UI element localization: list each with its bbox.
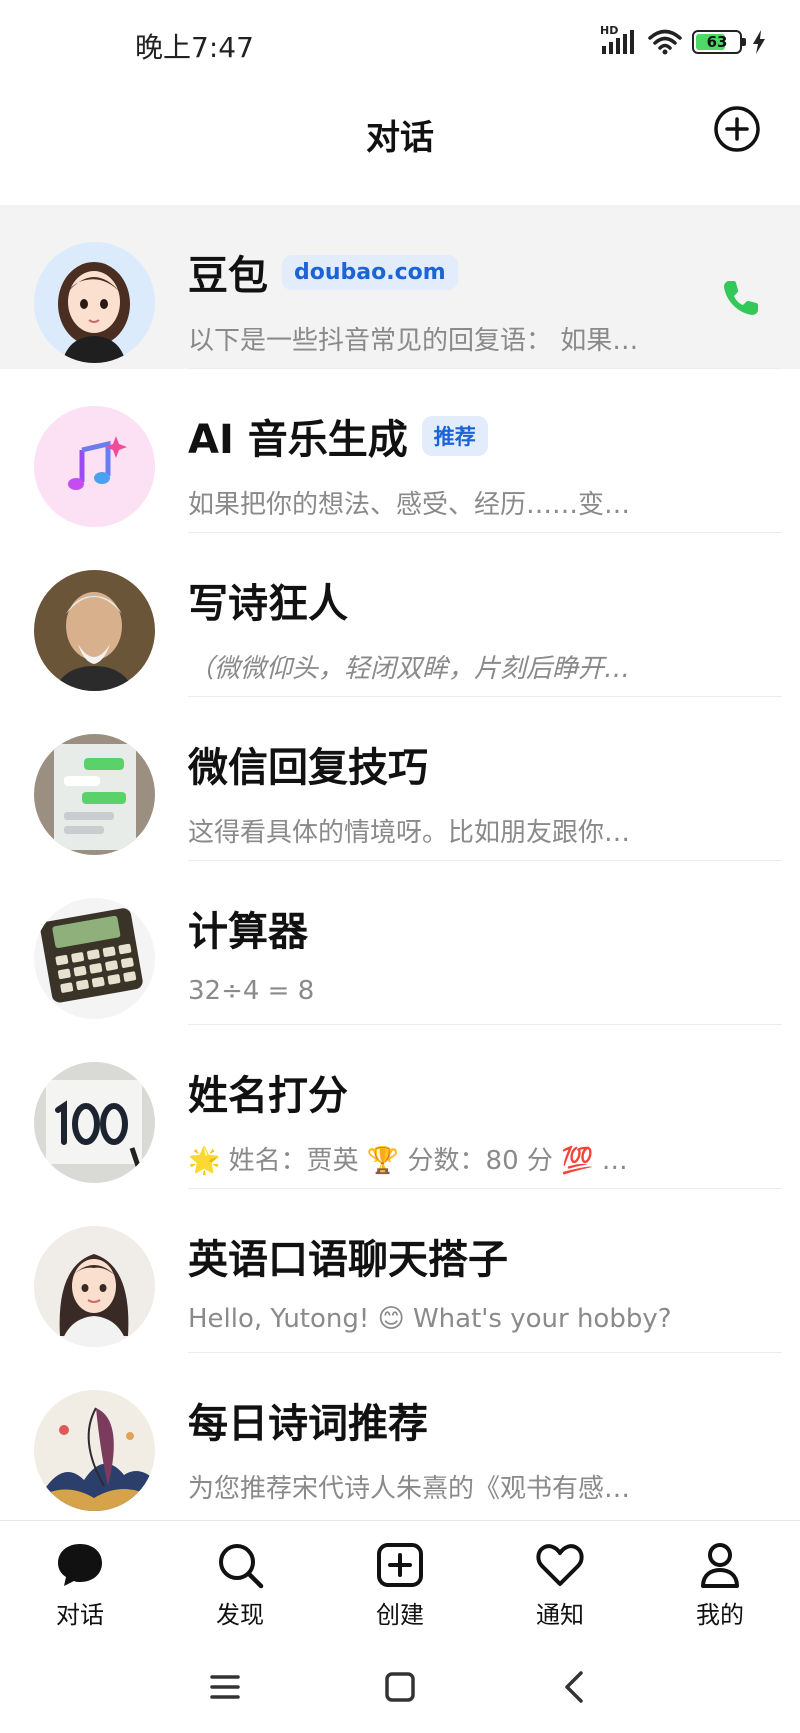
back-icon[interactable] — [550, 1662, 600, 1712]
chat-name: AI 音乐生成 — [188, 417, 408, 463]
phone-call-icon[interactable] — [720, 277, 762, 319]
chat-row-daily-poem[interactable]: 每日诗词推荐 为您推荐宋代诗人朱熹的《观书有感… — [0, 1353, 800, 1517]
chat-name: 豆包 — [188, 253, 268, 299]
battery-level: 63 — [706, 33, 728, 51]
status-bar: 晚上7:47 HD 63 — [0, 0, 800, 92]
wifi-icon — [648, 29, 682, 55]
row-title: 英语口语聊天搭子 — [188, 1227, 508, 1285]
add-chat-button[interactable] — [712, 104, 762, 154]
nav-tab-profile[interactable]: 我的 — [660, 1539, 780, 1630]
status-time: 晚上7:47 — [135, 31, 254, 64]
nav-label: 我的 — [696, 1601, 744, 1629]
recommend-badge: 推荐 — [421, 416, 488, 456]
charging-bolt-icon — [753, 30, 765, 54]
home-icon[interactable] — [375, 1662, 425, 1712]
menu-icon[interactable] — [200, 1662, 250, 1712]
nav-tab-create[interactable]: 创建 — [340, 1539, 460, 1630]
nav-label: 通知 — [536, 1601, 584, 1629]
chat-preview: 这得看具体的情境呀。比如朋友跟你… — [188, 818, 631, 848]
chat-preview: 🌟 姓名：贾英 🏆 分数：80 分 💯 … — [188, 1146, 628, 1176]
chat-preview: 如果把你的想法、感受、经历……变… — [188, 490, 631, 520]
chat-row-calculator[interactable]: 计算器 32÷4 = 8 — [0, 861, 800, 1025]
chat-name: 姓名打分 — [188, 1073, 348, 1119]
avatar-ai-music — [34, 406, 155, 527]
avatar-english-partner — [34, 1226, 155, 1347]
chat-preview: 以下是一些抖音常见的回复语： 如果… — [188, 326, 639, 356]
chat-list: 豆包 doubao.com 以下是一些抖音常见的回复语： 如果… AI 音乐生成… — [0, 205, 800, 1520]
chat-name: 计算器 — [188, 909, 308, 955]
avatar-daily-poem — [34, 1390, 155, 1511]
nav-tab-discover[interactable]: 发现 — [180, 1539, 300, 1630]
chat-preview: 为您推荐宋代诗人朱熹的《观书有感… — [188, 1474, 631, 1504]
row-title: 微信回复技巧 — [188, 735, 428, 793]
row-title: 每日诗词推荐 — [188, 1391, 428, 1449]
battery-icon: 63 — [692, 30, 746, 54]
search-icon — [219, 1544, 264, 1589]
chat-name: 英语口语聊天搭子 — [188, 1237, 508, 1283]
status-icons: HD 63 — [600, 24, 766, 56]
chat-preview: （微微仰头，轻闭双眸，片刻后睁开… — [188, 654, 631, 684]
row-title: 写诗狂人 — [188, 571, 348, 629]
avatar-poet — [34, 570, 155, 691]
chat-row-name-score[interactable]: 姓名打分 🌟 姓名：贾英 🏆 分数：80 分 💯 … — [0, 1025, 800, 1189]
chat-row-english-partner[interactable]: 英语口语聊天搭子 Hello, Yutong! 😊 What's your ho… — [0, 1189, 800, 1353]
bottom-nav: 对话 发现 创建 通知 我的 — [0, 1520, 800, 1640]
chat-name: 写诗狂人 — [188, 581, 348, 627]
person-icon — [701, 1543, 739, 1588]
system-nav-bar — [0, 1640, 800, 1733]
chat-row-ai-music[interactable]: AI 音乐生成 推荐 如果把你的想法、感受、经历……变… — [0, 369, 800, 533]
avatar-calculator — [34, 898, 155, 1019]
create-plus-icon — [377, 1543, 423, 1587]
nav-tab-notifications[interactable]: 通知 — [500, 1539, 620, 1630]
row-title: 豆包 doubao.com — [188, 243, 458, 301]
site-badge: doubao.com — [282, 254, 458, 290]
chat-row-wechat-tips[interactable]: 微信回复技巧 这得看具体的情境呀。比如朋友跟你… — [0, 697, 800, 861]
avatar-doubao — [34, 242, 155, 363]
chat-preview: 32÷4 = 8 — [188, 976, 315, 1006]
row-title: 计算器 — [188, 899, 308, 957]
row-title: 姓名打分 — [188, 1063, 348, 1121]
chat-preview: Hello, Yutong! 😊 What's your hobby? — [188, 1304, 672, 1334]
avatar-wechat-tips — [34, 734, 155, 855]
header: 对话 — [0, 92, 800, 204]
nav-label: 创建 — [376, 1601, 424, 1629]
chat-row-doubao[interactable]: 豆包 doubao.com 以下是一些抖音常见的回复语： 如果… — [0, 205, 800, 369]
row-title: AI 音乐生成 推荐 — [188, 407, 488, 465]
chat-name: 每日诗词推荐 — [188, 1401, 428, 1447]
nav-label: 对话 — [56, 1601, 104, 1629]
page-title: 对话 — [366, 118, 434, 158]
nav-tab-chat[interactable]: 对话 — [20, 1539, 140, 1630]
hd-signal-icon: HD — [600, 24, 638, 56]
chat-bubble-icon — [58, 1544, 102, 1586]
heart-icon — [536, 1544, 584, 1586]
chat-row-poet[interactable]: 写诗狂人 （微微仰头，轻闭双眸，片刻后睁开… — [0, 533, 800, 697]
chat-name: 微信回复技巧 — [188, 745, 428, 791]
avatar-name-score — [34, 1062, 155, 1183]
nav-label: 发现 — [216, 1601, 264, 1629]
